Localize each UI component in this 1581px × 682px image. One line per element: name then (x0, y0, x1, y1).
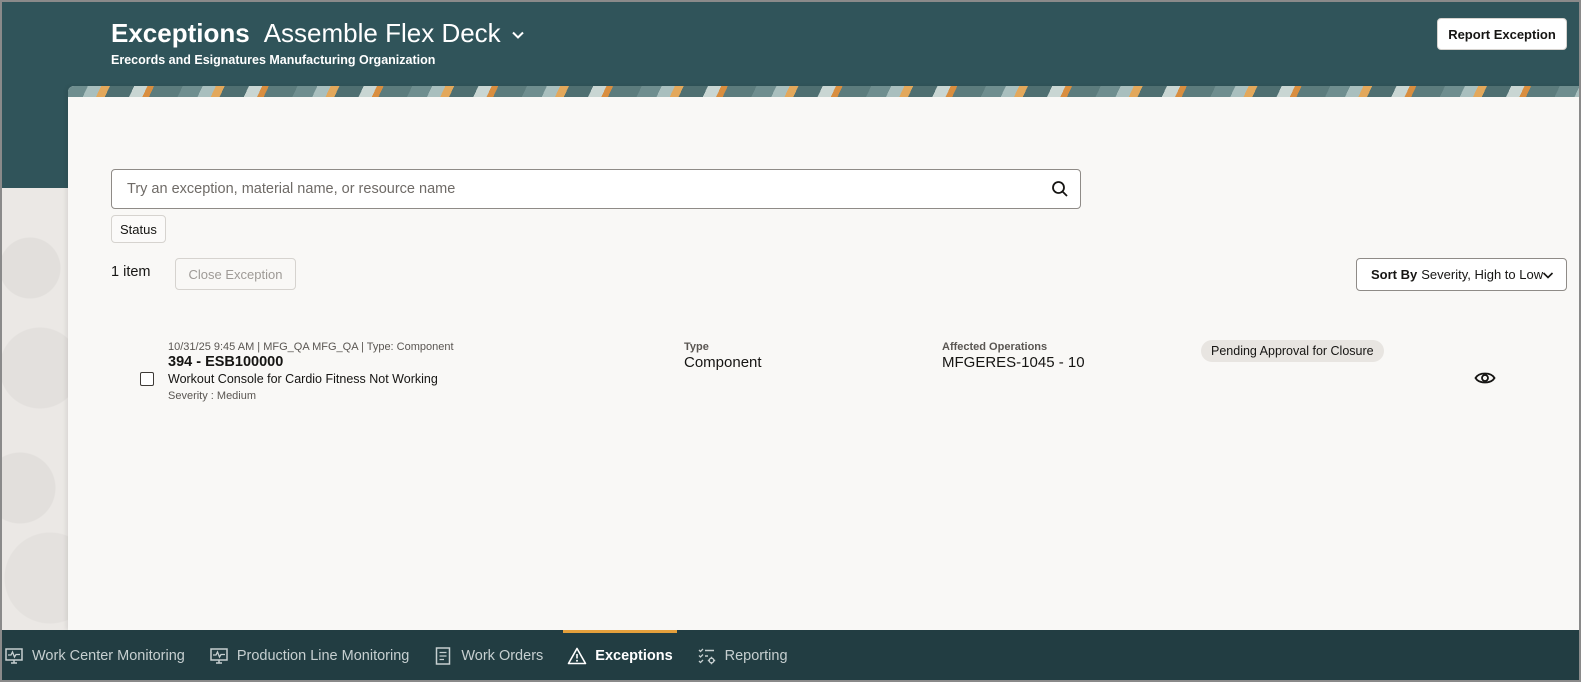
sort-label: Sort By (1371, 267, 1418, 282)
monitor-pulse-icon (4, 646, 24, 666)
row-checkbox[interactable] (140, 372, 154, 386)
main-card: Status 1 item Close Exception Sort By Se… (68, 86, 1581, 630)
nav-item-production-line-monitoring[interactable]: Production Line Monitoring (205, 630, 414, 682)
chevron-down-icon (1542, 269, 1554, 281)
checklist-gear-icon (697, 646, 717, 666)
nav-item-exceptions[interactable]: Exceptions (563, 630, 678, 682)
nav-item-work-orders[interactable]: Work Orders (429, 630, 547, 682)
affected-operations-label: Affected Operations (942, 341, 1048, 353)
type-value: Component (684, 354, 762, 371)
bottom-navigation: Work Center Monitoring Production Line M… (0, 630, 1581, 682)
nav-label: Work Orders (461, 648, 544, 664)
exception-meta: 10/31/25 9:45 AM | MFG_QA MFG_QA | Type:… (168, 341, 454, 353)
close-exception-button[interactable]: Close Exception (175, 258, 296, 290)
organization-subtitle: Erecords and Esignatures Manufacturing O… (111, 53, 436, 67)
nav-label: Work Center Monitoring (32, 648, 185, 664)
eye-icon[interactable] (1474, 369, 1496, 387)
nav-label: Reporting (724, 648, 788, 664)
nav-label: Production Line Monitoring (236, 648, 410, 664)
status-badge: Pending Approval for Closure (1201, 340, 1384, 362)
item-count: 1 item (111, 264, 151, 280)
chevron-down-icon[interactable] (511, 28, 525, 42)
exception-severity: Severity : Medium (168, 390, 257, 402)
status-filter-chip[interactable]: Status (111, 215, 166, 243)
affected-operations-value: MFGERES-1045 - 10 (942, 354, 1085, 371)
search-icon[interactable] (1040, 170, 1080, 208)
background-pattern (0, 188, 68, 630)
context-selector[interactable]: Assemble Flex Deck (264, 18, 501, 49)
exception-title[interactable]: 394 - ESB100000 (168, 354, 283, 370)
nav-item-reporting[interactable]: Reporting (693, 630, 792, 682)
monitor-pulse-icon (209, 646, 229, 666)
sort-value: Severity, High to Low (1421, 267, 1544, 282)
nav-item-work-center-monitoring[interactable]: Work Center Monitoring (0, 630, 189, 682)
search-box[interactable] (111, 169, 1081, 209)
decorative-banner (68, 86, 1581, 97)
page-title: Exceptions (111, 18, 250, 48)
search-input[interactable] (127, 181, 1040, 197)
nav-label: Exceptions (595, 648, 673, 664)
type-label: Type (684, 341, 709, 353)
document-icon (433, 646, 453, 666)
sort-select[interactable]: Sort By Severity, High to Low (1356, 258, 1567, 291)
warning-triangle-icon (567, 646, 587, 666)
report-exception-button[interactable]: Report Exception (1437, 18, 1567, 50)
title-row: Exceptions Assemble Flex Deck (111, 18, 525, 49)
exception-description: Workout Console for Cardio Fitness Not W… (168, 372, 438, 386)
